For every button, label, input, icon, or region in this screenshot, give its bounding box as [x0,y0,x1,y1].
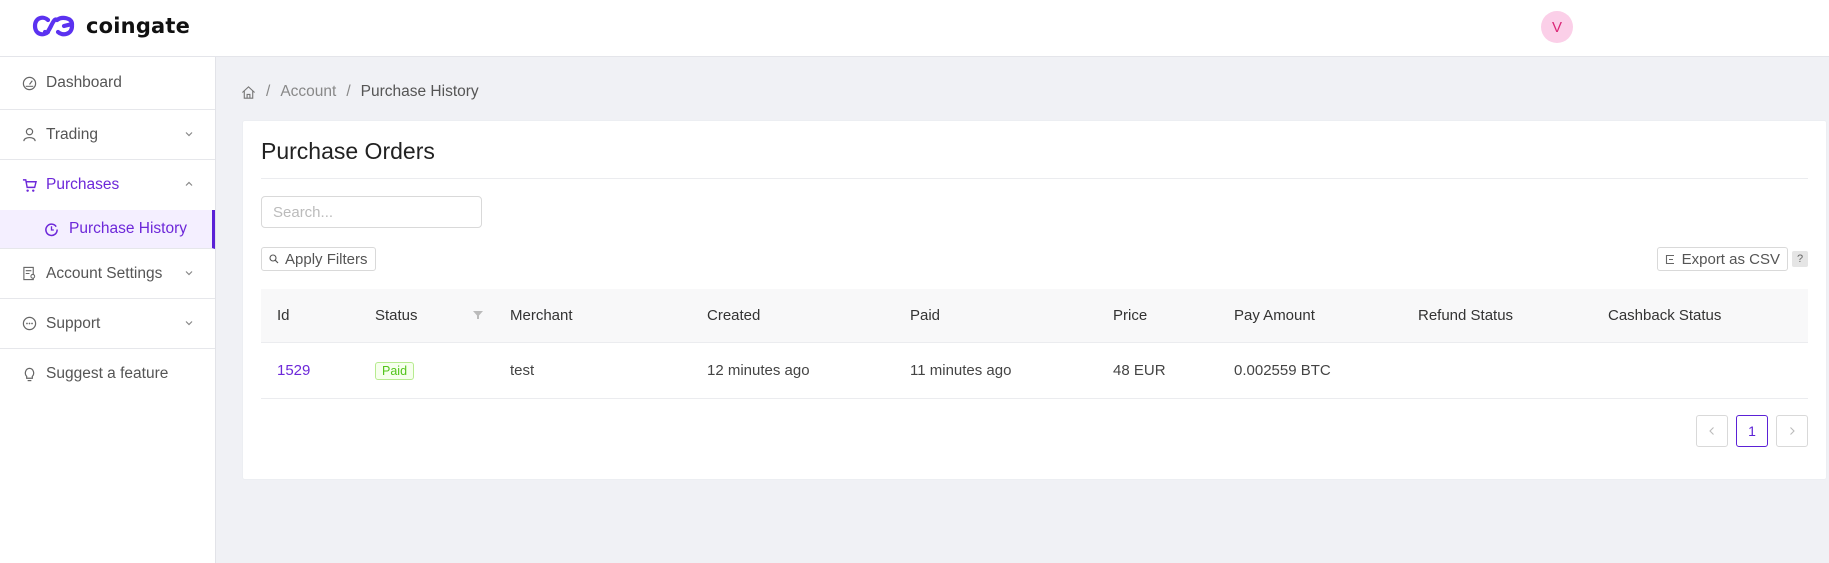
logo[interactable]: coingate [32,14,190,38]
sidebar-item-label: Account Settings [46,264,163,282]
cell-paid: 11 minutes ago [910,362,1012,379]
history-icon [44,221,60,237]
breadcrumb-current: Purchase History [360,83,479,100]
sidebar-item-label: Purchase History [69,220,188,237]
search-input[interactable] [261,196,482,228]
order-id-link[interactable]: 1529 [277,362,310,379]
sidebar-item-label: Purchases [46,176,120,193]
sidebar-item-purchase-history[interactable]: Purchase History [0,210,215,249]
top-bar: coingate V [0,0,1829,57]
column-header-label: Status [375,307,418,324]
page-button-current[interactable]: 1 [1736,415,1768,447]
export-csv-button[interactable]: Export as CSV [1656,247,1788,271]
sidebar-item-label: Trading [46,125,98,143]
bulb-icon [21,366,37,382]
column-header-paid[interactable]: Paid [894,307,1097,324]
sidebar: Dashboard Trading Purchases Purchase His… [0,57,216,563]
export-icon [1665,254,1674,264]
cell-created: 12 minutes ago [707,362,810,379]
dashboard-gauge-icon [21,75,37,91]
filter-icon[interactable] [472,309,484,321]
user-icon [21,127,37,143]
sidebar-item-label: Dashboard [46,74,122,91]
search-icon [269,254,279,264]
sidebar-item-account-settings[interactable]: Account Settings [0,249,215,299]
chevron-left-icon [1709,427,1714,435]
sidebar-item-dashboard[interactable]: Dashboard [0,57,215,110]
brand-name: coingate [86,14,191,38]
apply-filters-button[interactable]: Apply Filters [261,247,376,271]
breadcrumb-account[interactable]: Account [280,83,336,101]
sidebar-item-label: Suggest a feature [46,365,169,382]
breadcrumb: / Account / Purchase History [241,83,479,101]
sidebar-item-suggest-feature[interactable]: Suggest a feature [0,349,215,399]
cell-merchant: test [510,362,535,379]
chevron-down-icon [185,132,193,137]
chevron-down-icon [185,271,193,276]
coingate-logo-icon [32,15,75,37]
column-header-id[interactable]: Id [261,307,359,324]
chevron-up-icon [185,181,193,186]
next-page-button[interactable] [1776,415,1808,447]
user-avatar[interactable]: V [1541,11,1573,43]
prev-page-button[interactable] [1696,415,1728,447]
column-header-created[interactable]: Created [691,307,894,324]
breadcrumb-separator: / [346,83,351,100]
chevron-right-icon [1790,427,1795,435]
pagination: 1 [1696,415,1808,447]
column-header-pay-amount[interactable]: Pay Amount [1218,307,1402,324]
sidebar-item-label: Support [46,314,101,332]
cart-icon [21,177,37,193]
export-help-badge[interactable]: ? [1792,251,1808,267]
column-header-refund-status[interactable]: Refund Status [1402,307,1592,324]
column-header-merchant[interactable]: Merchant [494,307,691,324]
sidebar-item-trading[interactable]: Trading [0,110,215,160]
table-row[interactable]: 1529 Paid test 12 minutes ago 11 minutes… [261,343,1808,399]
account-settings-icon [21,266,37,282]
breadcrumb-separator: / [266,83,271,100]
home-icon[interactable] [241,85,256,100]
cell-pay-amount: 0.002559 BTC [1234,362,1331,379]
page-title: Purchase Orders [261,138,435,164]
column-header-price[interactable]: Price [1097,307,1218,324]
cell-price: 48 EUR [1113,362,1166,379]
sidebar-item-purchases[interactable]: Purchases [0,160,215,210]
column-header-cashback-status[interactable]: Cashback Status [1592,307,1808,324]
status-badge: Paid [375,361,415,380]
divider [261,178,1808,179]
export-csv-label: Export as CSV [1681,250,1780,268]
sidebar-item-support[interactable]: Support [0,299,215,349]
apply-filters-label: Apply Filters [285,250,368,268]
column-header-status[interactable]: Status [359,307,494,324]
table-header: Id Status Merchant Created Paid Price Pa… [261,289,1808,343]
chat-icon [21,316,37,332]
chevron-down-icon [185,321,193,326]
purchase-orders-table: Id Status Merchant Created Paid Price Pa… [261,289,1808,399]
purchase-orders-card: Purchase Orders Apply Filters Export as … [242,120,1827,480]
